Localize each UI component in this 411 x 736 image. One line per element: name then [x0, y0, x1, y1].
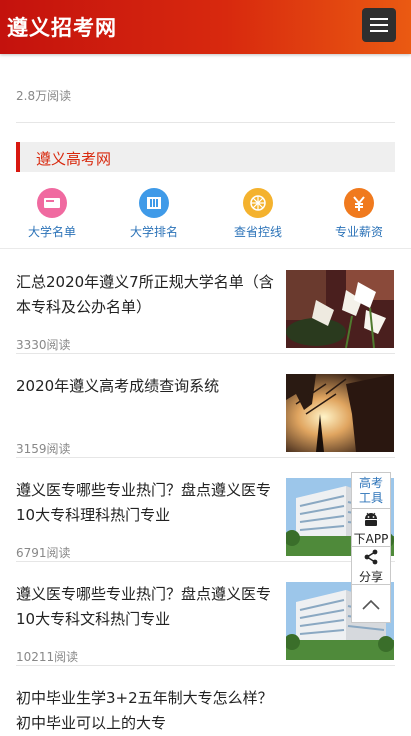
hamburger-menu-icon[interactable] [362, 8, 396, 42]
article-item[interactable]: 遵义医专哪些专业热门？盘点遵义医专10大专科文科热门专业 10211阅读 [16, 582, 395, 664]
prev-article-reads: 2.8万阅读 [16, 89, 72, 103]
article-reads: 3159阅读 [16, 442, 71, 456]
share-label: 分享 [358, 570, 383, 584]
gaokao-tools-label: 工具 [358, 491, 383, 505]
quick-nav-label: 大学名单 [27, 225, 76, 239]
article-title[interactable]: 遵义医专哪些专业热门？盘点遵义医专10大专科理科热门专业 [16, 478, 274, 528]
gaokao-tools-label: 高考 [358, 476, 383, 490]
back-to-top-button[interactable] [351, 585, 391, 623]
menu-bar [370, 30, 388, 32]
article-title[interactable]: 初中毕业生学3+2五年制大专怎么样？初中毕业可以上的大专 [16, 686, 286, 736]
quick-nav-label: 大学排名 [129, 225, 178, 239]
score-line-icon [243, 188, 273, 218]
gaokao-tools-button[interactable]: 高考 工具 [351, 472, 391, 509]
article-reads: 6791阅读 [16, 546, 71, 560]
floating-toolbar: 高考 工具 下APP 分享 [351, 472, 391, 623]
divider [16, 457, 395, 458]
download-app-label: 下APP [353, 532, 389, 546]
share-icon [364, 549, 378, 565]
quick-nav-label: 专业薪资 [334, 225, 383, 239]
university-list-icon [37, 188, 67, 218]
article-item[interactable]: 遵义医专哪些专业热门？盘点遵义医专10大专科理科热门专业 6791阅读 [16, 478, 395, 560]
article-title[interactable]: 汇总2020年遵义7所正规大学名单（含本专科及公办名单） [16, 270, 274, 320]
top-header: 遵义招考网 [0, 0, 411, 54]
share-button[interactable]: 分享 [351, 547, 391, 585]
article-title[interactable]: 遵义医专哪些专业热门？盘点遵义医专10大专科文科热门专业 [16, 582, 274, 632]
article-item[interactable]: 初中毕业生学3+2五年制大专怎么样？初中毕业可以上的大专 [16, 686, 395, 732]
article-item[interactable]: 汇总2020年遵义7所正规大学名单（含本专科及公办名单） 3330阅读 [16, 270, 395, 352]
section-title[interactable]: 遵义高考网 [36, 148, 111, 169]
chevron-up-icon [362, 599, 380, 610]
menu-bar [370, 18, 388, 20]
article-title[interactable]: 2020年遵义高考成绩查询系统 [16, 374, 274, 399]
article-item[interactable]: 2020年遵义高考成绩查询系统 3159阅读 [16, 374, 395, 456]
site-logo[interactable]: 遵义招考网 [7, 12, 117, 42]
divider [16, 561, 395, 562]
lily-flowers-photo[interactable] [286, 270, 394, 348]
quick-nav-label: 查省控线 [233, 225, 282, 239]
download-app-button[interactable]: 下APP [351, 509, 391, 547]
divider [16, 665, 395, 666]
divider [0, 248, 411, 249]
section-header: 遵义高考网 [16, 142, 395, 172]
article-reads: 10211阅读 [16, 650, 79, 664]
menu-bar [370, 24, 388, 26]
article-reads: 3330阅读 [16, 338, 71, 352]
quick-nav-score-line[interactable]: 查省控线 [223, 188, 293, 240]
quick-nav-university-rank[interactable]: 大学排名 [119, 188, 189, 240]
university-rank-icon [139, 188, 169, 218]
sunset-tree-photo[interactable] [286, 374, 394, 452]
android-icon [365, 512, 377, 526]
quick-nav-salary[interactable]: 专业薪资 [324, 188, 394, 240]
divider [16, 353, 395, 354]
divider [16, 122, 395, 123]
salary-icon [344, 188, 374, 218]
quick-nav: 大学名单 大学排名 查省控线 专业薪资 [0, 188, 411, 240]
quick-nav-university-list[interactable]: 大学名单 [17, 188, 87, 240]
